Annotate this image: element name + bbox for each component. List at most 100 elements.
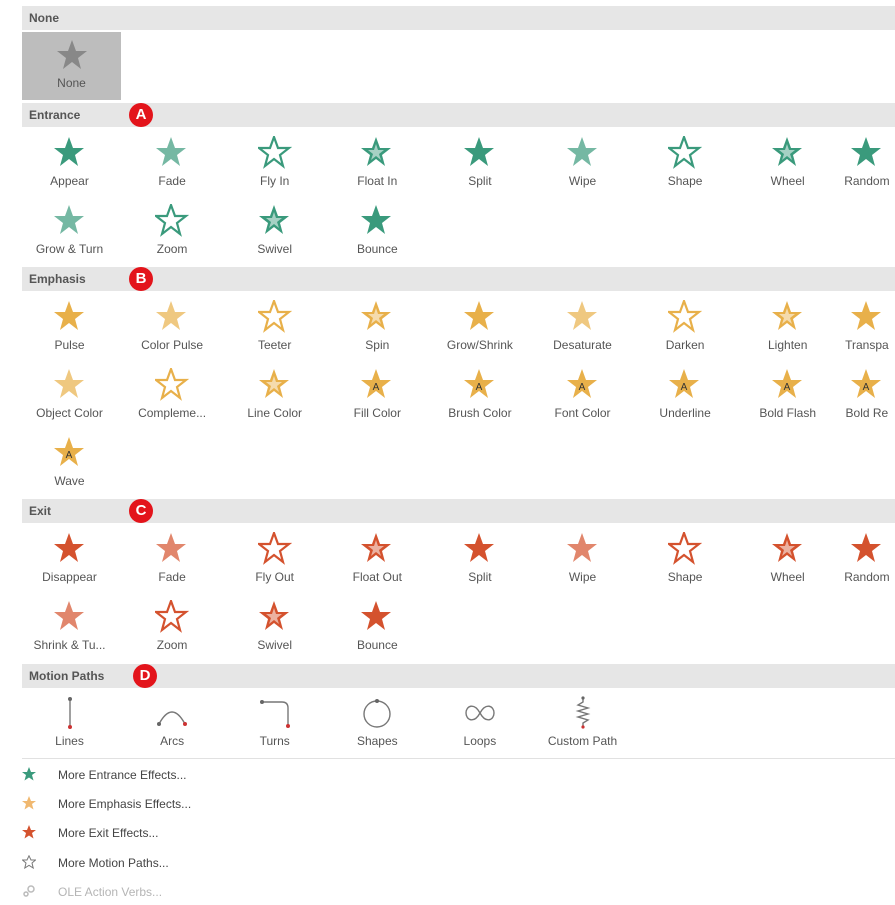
effect-motion-custom-path[interactable]: Custom Path bbox=[531, 690, 634, 756]
effect-entrance-wipe[interactable]: Wipe bbox=[531, 130, 634, 196]
callout-badge-d: D bbox=[133, 664, 157, 688]
effect-exit-fade[interactable]: Fade bbox=[121, 526, 224, 592]
star-icon bbox=[566, 533, 597, 562]
effect-emphasis-bold-re[interactable]: A Bold Re bbox=[839, 362, 895, 428]
effect-emphasis-bold-flash[interactable]: A Bold Flash bbox=[736, 362, 839, 428]
effect-emphasis-color-pulse[interactable]: Color Pulse bbox=[121, 294, 224, 360]
effect-exit-split[interactable]: Split bbox=[428, 526, 531, 592]
effect-entrance-random[interactable]: Random bbox=[839, 130, 895, 196]
effect-emphasis-wave[interactable]: A Wave bbox=[18, 430, 121, 496]
effect-emphasis-compleme[interactable]: Compleme... bbox=[121, 362, 224, 428]
effect-entrance-zoom[interactable]: Zoom bbox=[121, 198, 224, 264]
svg-text:A: A bbox=[373, 382, 380, 393]
star-icon: A bbox=[566, 369, 597, 398]
star-icon bbox=[257, 532, 292, 565]
star-icon bbox=[771, 533, 802, 562]
effect-motion-lines[interactable]: Lines bbox=[18, 690, 121, 756]
star-icon bbox=[53, 301, 84, 330]
exit-star-icon bbox=[22, 825, 36, 839]
star-icon bbox=[361, 601, 392, 630]
effect-entrance-float-in[interactable]: Float In bbox=[326, 130, 429, 196]
effect-entrance-wheel[interactable]: Wheel bbox=[736, 130, 839, 196]
effect-label: Wheel bbox=[770, 570, 805, 584]
effect-entrance-bounce[interactable]: Bounce bbox=[326, 198, 429, 264]
effect-exit-disappear[interactable]: Disappear bbox=[18, 526, 121, 592]
effect-emphasis-font-color[interactable]: A Font Color bbox=[531, 362, 634, 428]
effect-label: Line Color bbox=[247, 406, 303, 420]
star-icon bbox=[155, 368, 190, 401]
effect-label: Fly Out bbox=[255, 570, 295, 584]
effect-label: Object Color bbox=[36, 406, 103, 420]
effect-motion-turns[interactable]: Turns bbox=[223, 690, 326, 756]
effect-entrance-appear[interactable]: Appear bbox=[18, 130, 121, 196]
effect-emphasis-darken[interactable]: Darken bbox=[634, 294, 737, 360]
effect-label: Grow/Shrink bbox=[446, 338, 513, 352]
effect-label: Bold Flash bbox=[759, 406, 817, 420]
effect-label: Custom Path bbox=[547, 734, 618, 748]
effect-entrance-fade[interactable]: Fade bbox=[121, 130, 224, 196]
effect-exit-shape[interactable]: Shape bbox=[634, 526, 737, 592]
effect-entrance-split[interactable]: Split bbox=[428, 130, 531, 196]
effect-label: Float Out bbox=[352, 570, 402, 584]
effect-exit-wheel[interactable]: Wheel bbox=[736, 526, 839, 592]
callout-badge-a: A bbox=[129, 103, 153, 127]
effect-entrance-grow-turn[interactable]: Grow & Turn bbox=[18, 198, 121, 264]
menu-label: OLE Action Verbs... bbox=[58, 885, 163, 899]
callout-badge-b: B bbox=[129, 267, 153, 291]
effect-emphasis-line-color[interactable]: Line Color bbox=[223, 362, 326, 428]
effect-exit-float-out[interactable]: Float Out bbox=[326, 526, 429, 592]
effect-motion-arcs[interactable]: Arcs bbox=[121, 690, 224, 756]
effect-exit-fly-out[interactable]: Fly Out bbox=[223, 526, 326, 592]
entrance-star-icon bbox=[22, 767, 36, 781]
effect-label: Disappear bbox=[42, 570, 97, 584]
effect-entrance-fly-in[interactable]: Fly In bbox=[223, 130, 326, 196]
effect-emphasis-underline[interactable]: A Underline bbox=[634, 362, 737, 428]
effect-label: Bounce bbox=[356, 242, 398, 256]
effect-emphasis-spin[interactable]: Spin bbox=[326, 294, 429, 360]
star-icon bbox=[258, 601, 289, 630]
star-icon bbox=[53, 369, 84, 398]
effect-exit-bounce[interactable]: Bounce bbox=[326, 594, 429, 660]
effect-emphasis-desaturate[interactable]: Desaturate bbox=[531, 294, 634, 360]
motion-path-icon bbox=[363, 699, 391, 728]
effect-label: Lines bbox=[55, 734, 84, 748]
star-icon bbox=[361, 301, 392, 330]
motion-path-icon bbox=[67, 697, 72, 729]
effect-emphasis-object-color[interactable]: Object Color bbox=[18, 362, 121, 428]
effect-emphasis-transpa[interactable]: Transpa bbox=[839, 294, 895, 360]
star-icon bbox=[771, 137, 802, 166]
emphasis-star-icon bbox=[22, 796, 36, 810]
effect-emphasis-pulse[interactable]: Pulse bbox=[18, 294, 121, 360]
star-icon bbox=[258, 369, 289, 398]
star-icon bbox=[53, 533, 84, 562]
star-icon bbox=[668, 136, 703, 169]
effect-motion-loops[interactable]: Loops bbox=[428, 690, 531, 756]
effect-emphasis-brush-color[interactable]: A Brush Color bbox=[428, 362, 531, 428]
menu-label: More Emphasis Effects... bbox=[58, 797, 192, 811]
effect-label: Grow & Turn bbox=[35, 242, 104, 256]
svg-text:A: A bbox=[783, 382, 790, 393]
effect-emphasis-teeter[interactable]: Teeter bbox=[223, 294, 326, 360]
effect-exit-zoom[interactable]: Zoom bbox=[121, 594, 224, 660]
effect-label: Shrink & Tu... bbox=[33, 638, 106, 652]
section-header-none: None bbox=[22, 6, 895, 30]
star-icon: A bbox=[53, 437, 84, 466]
effect-exit-shrink-tu[interactable]: Shrink & Tu... bbox=[18, 594, 121, 660]
svg-text:A: A bbox=[681, 382, 688, 393]
effect-label: Desaturate bbox=[553, 338, 612, 352]
effect-emphasis-lighten[interactable]: Lighten bbox=[736, 294, 839, 360]
effect-entrance-swivel[interactable]: Swivel bbox=[223, 198, 326, 264]
star-icon: A bbox=[850, 369, 881, 398]
effect-motion-shapes[interactable]: Shapes bbox=[326, 690, 429, 756]
effect-emphasis-grow-shrink[interactable]: Grow/Shrink bbox=[428, 294, 531, 360]
star-icon bbox=[361, 205, 392, 234]
effect-label: Wheel bbox=[770, 174, 805, 188]
effect-exit-swivel[interactable]: Swivel bbox=[223, 594, 326, 660]
effect-label: Fade bbox=[158, 570, 186, 584]
effect-emphasis-fill-color[interactable]: A Fill Color bbox=[326, 362, 429, 428]
effect-exit-wipe[interactable]: Wipe bbox=[531, 526, 634, 592]
effect-entrance-shape[interactable]: Shape bbox=[634, 130, 737, 196]
effect-label: Appear bbox=[50, 174, 89, 188]
effect-none[interactable]: None bbox=[22, 32, 121, 100]
effect-exit-random[interactable]: Random bbox=[839, 526, 895, 592]
